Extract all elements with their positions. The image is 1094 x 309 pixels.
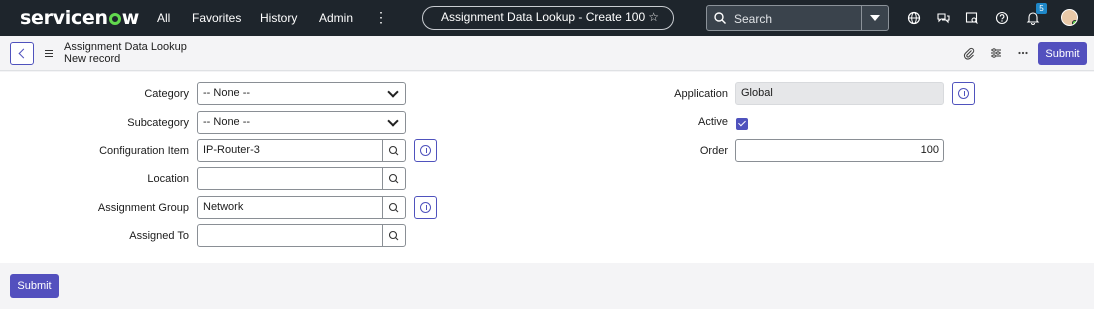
record-form: Category -- None -- Subcategory -- None … — [0, 72, 1094, 263]
active-label: Active — [698, 116, 728, 128]
record-subtitle: New record — [64, 53, 121, 65]
configuration-item-lookup-button[interactable] — [382, 140, 405, 161]
hamburger-menu-icon[interactable] — [45, 50, 53, 57]
location-input[interactable] — [197, 167, 406, 190]
order-input[interactable]: 100 — [735, 139, 944, 162]
record-table-title: Assignment Data Lookup — [64, 41, 187, 53]
favorite-star-icon[interactable]: ☆ — [648, 7, 659, 28]
more-options-icon[interactable] — [1016, 46, 1030, 60]
application-info-button[interactable] — [952, 82, 975, 105]
assignment-group-lookup-button[interactable] — [382, 197, 405, 218]
nav-admin[interactable]: Admin — [319, 11, 353, 25]
search-placeholder: Search — [734, 12, 773, 26]
back-button[interactable] — [10, 42, 34, 65]
application-field: Global — [735, 82, 944, 105]
configuration-item-info-button[interactable] — [414, 139, 437, 162]
assigned-to-input[interactable] — [197, 224, 406, 247]
nav-more-icon[interactable]: ⋮ — [374, 9, 388, 26]
configuration-item-input[interactable]: IP-Router-3 — [197, 139, 406, 162]
subcategory-label: Subcategory — [127, 117, 189, 129]
help-icon[interactable] — [994, 10, 1010, 26]
notification-badge: 5 — [1036, 3, 1047, 14]
search-icon — [388, 145, 399, 156]
top-nav: servicen w All Favorites History Admin ⋮ … — [0, 0, 1094, 36]
record-title-pill[interactable]: Assignment Data Lookup - Create 100 ☆ — [422, 6, 674, 30]
assigned-to-label: Assigned To — [129, 230, 189, 242]
search-icon — [388, 230, 399, 241]
assignment-group-label: Assignment Group — [97, 202, 189, 214]
subcategory-select[interactable]: -- None -- — [197, 111, 406, 134]
application-label: Application — [674, 88, 728, 100]
search-icon — [714, 12, 726, 24]
user-avatar[interactable] — [1061, 9, 1078, 26]
attachment-icon[interactable] — [962, 46, 976, 60]
servicenow-logo[interactable]: servicen w — [20, 7, 139, 29]
nav-history[interactable]: History — [260, 11, 297, 25]
configuration-item-label: Configuration Item — [99, 145, 189, 157]
global-search[interactable]: Search — [706, 5, 889, 31]
form-header: Assignment Data Lookup New record Submit — [0, 36, 1094, 71]
search-icon — [388, 202, 399, 213]
search-icon — [388, 173, 399, 184]
location-label: Location — [147, 173, 189, 185]
submit-button-top[interactable]: Submit — [1038, 42, 1087, 65]
assigned-to-lookup-button[interactable] — [382, 225, 405, 246]
record-heading: Assignment Data Lookup New record — [64, 41, 187, 65]
record-title-text: Assignment Data Lookup - Create 100 — [441, 10, 646, 24]
active-checkbox[interactable] — [736, 118, 748, 130]
order-label: Order — [699, 145, 728, 157]
location-lookup-button[interactable] — [382, 168, 405, 189]
submit-button-bottom[interactable]: Submit — [10, 274, 59, 298]
nav-favorites[interactable]: Favorites — [192, 11, 241, 25]
category-label: Category — [144, 88, 189, 100]
image-search-icon[interactable] — [964, 10, 980, 26]
nav-all[interactable]: All — [157, 11, 170, 25]
assignment-group-info-button[interactable] — [414, 196, 437, 219]
chat-icon[interactable] — [935, 10, 951, 26]
settings-sliders-icon[interactable] — [989, 46, 1003, 60]
category-select[interactable]: -- None -- — [197, 82, 406, 105]
search-scope-chevron-icon[interactable] — [870, 15, 880, 21]
globe-icon[interactable] — [906, 10, 922, 26]
assignment-group-input[interactable]: Network — [197, 196, 406, 219]
